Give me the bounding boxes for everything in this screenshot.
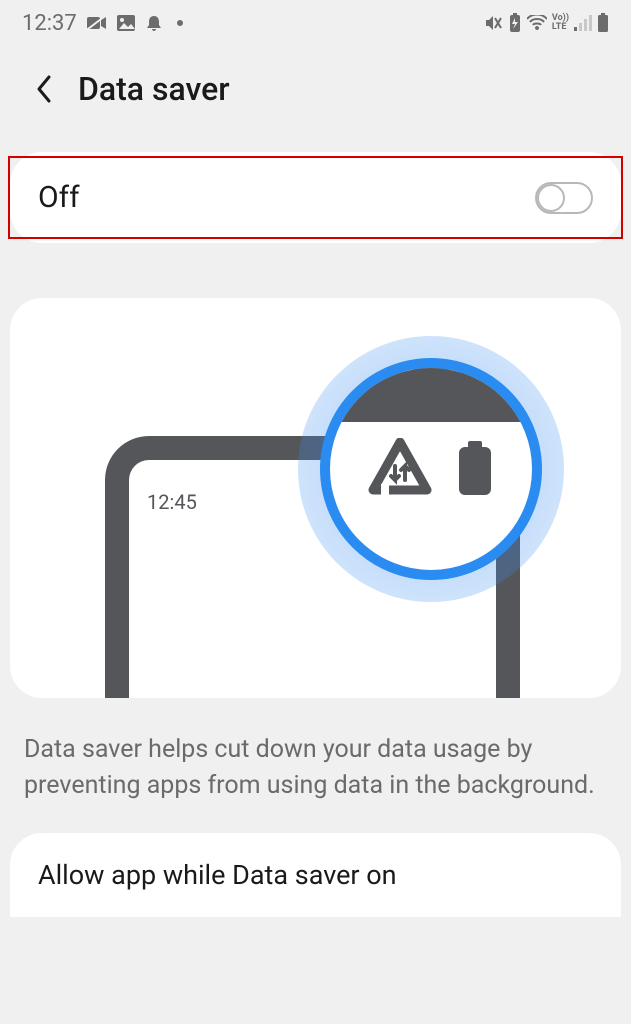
data-saver-toggle-row[interactable]: Off <box>10 152 621 243</box>
signal-icon <box>574 15 592 31</box>
illustration-phone-time: 12:45 <box>147 490 197 514</box>
video-off-icon <box>87 16 107 30</box>
dot-icon <box>177 20 183 26</box>
wifi-icon <box>527 15 547 31</box>
toggle-thumb <box>537 184 565 212</box>
app-header: Data saver <box>0 42 631 122</box>
battery-fill-icon <box>455 439 495 501</box>
image-icon <box>117 15 135 31</box>
chevron-left-icon <box>34 74 54 104</box>
status-bar-left: 12:37 <box>22 11 183 36</box>
allow-app-option[interactable]: Allow app while Data saver on <box>10 833 621 917</box>
battery-icon <box>597 13 609 33</box>
illustration-card: 12:45 <box>10 298 621 698</box>
bell-icon <box>145 14 163 32</box>
magnifier-circle <box>320 358 542 580</box>
allow-app-label: Allow app while Data saver on <box>38 859 593 891</box>
battery-saver-icon <box>508 13 522 33</box>
vibrate-mute-icon <box>483 14 503 32</box>
back-button[interactable] <box>28 73 60 105</box>
data-saver-triangle-icon <box>367 438 433 502</box>
status-bar-right: Vo))LTE <box>483 13 609 33</box>
magnifier-status-icons <box>330 438 532 502</box>
page-title: Data saver <box>78 70 230 108</box>
data-saver-toggle[interactable] <box>535 182 593 214</box>
description-text: Data saver helps cut down your data usag… <box>0 698 631 825</box>
status-bar: 12:37 Vo))LTE <box>0 0 631 42</box>
status-time: 12:37 <box>22 11 77 36</box>
toggle-state-label: Off <box>38 180 80 215</box>
annotation-red-box <box>8 156 623 239</box>
magnifier-phone-bezel <box>330 368 532 422</box>
volte-icon: Vo))LTE <box>552 14 569 32</box>
data-saver-toggle-card: Off <box>10 152 621 243</box>
